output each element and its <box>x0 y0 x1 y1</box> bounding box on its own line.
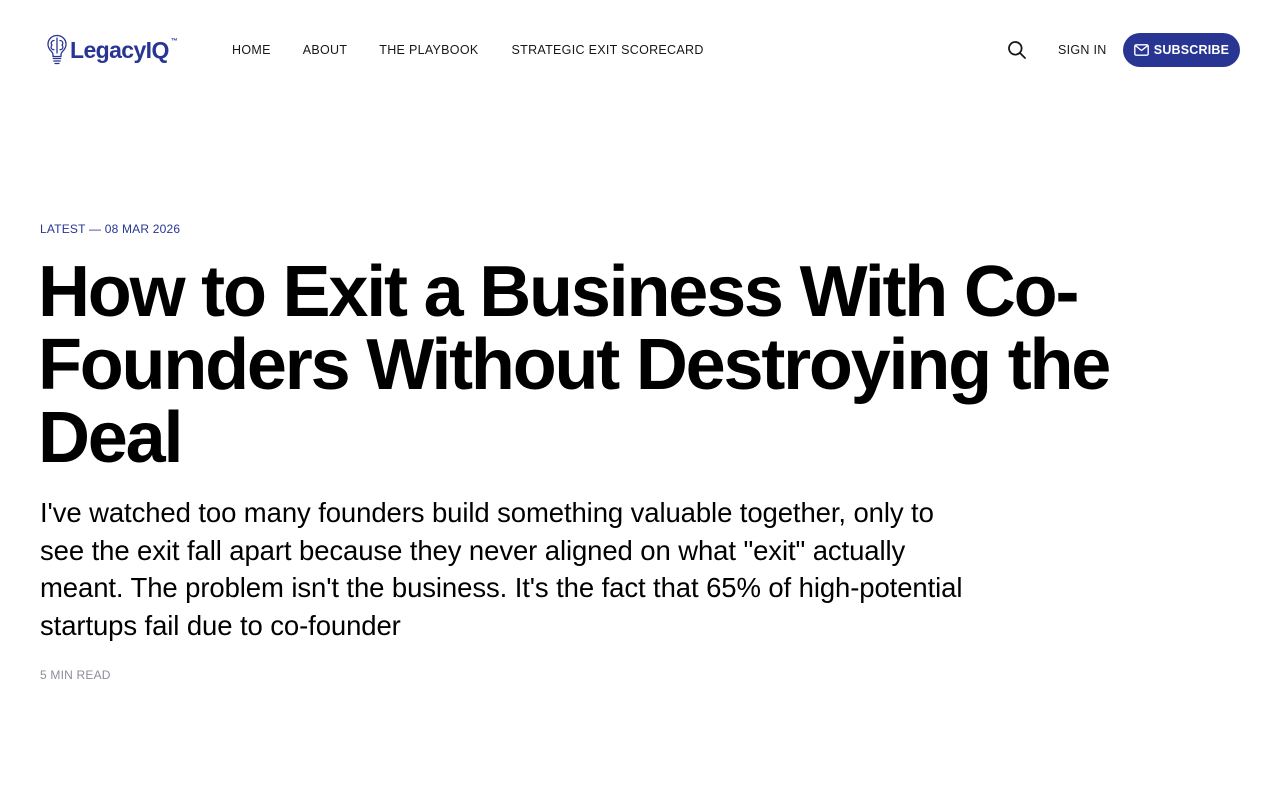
article-title[interactable]: How to Exit a Business With Co-Founders … <box>38 256 1248 475</box>
logo-wordmark: LegacyIQ <box>70 36 169 63</box>
nav-item-the-playbook[interactable]: THE PLAYBOOK <box>379 41 478 59</box>
mail-icon <box>1133 44 1149 56</box>
sign-in-link[interactable]: SIGN IN <box>1058 41 1107 59</box>
nav-item-strategic-exit-scorecard[interactable]: STRATEGIC EXIT SCORECARD <box>512 41 704 59</box>
search-button[interactable] <box>1005 38 1029 62</box>
reading-time: 5 MIN READ <box>40 668 111 682</box>
article-excerpt: I've watched too many founders build som… <box>40 497 963 642</box>
site-header: LegacyIQ ™ HOME ABOUT THE PLAYBOOK STRAT… <box>0 0 1280 100</box>
lightbulb-brain-icon <box>47 34 67 65</box>
nav-item-home[interactable]: HOME <box>232 41 271 59</box>
subscribe-label: SUBSCRIBE <box>1153 43 1230 57</box>
nav-item-about[interactable]: ABOUT <box>303 41 348 59</box>
site-logo[interactable]: LegacyIQ ™ <box>46 33 178 67</box>
trademark-mark: ™ <box>170 38 178 45</box>
search-icon <box>1008 41 1026 59</box>
subscribe-button[interactable]: SUBSCRIBE <box>1123 33 1240 67</box>
article-meta-latest: LATEST — 08 MAR 2026 <box>40 222 181 236</box>
main-nav: HOME ABOUT THE PLAYBOOK STRATEGIC EXIT S… <box>232 41 704 59</box>
